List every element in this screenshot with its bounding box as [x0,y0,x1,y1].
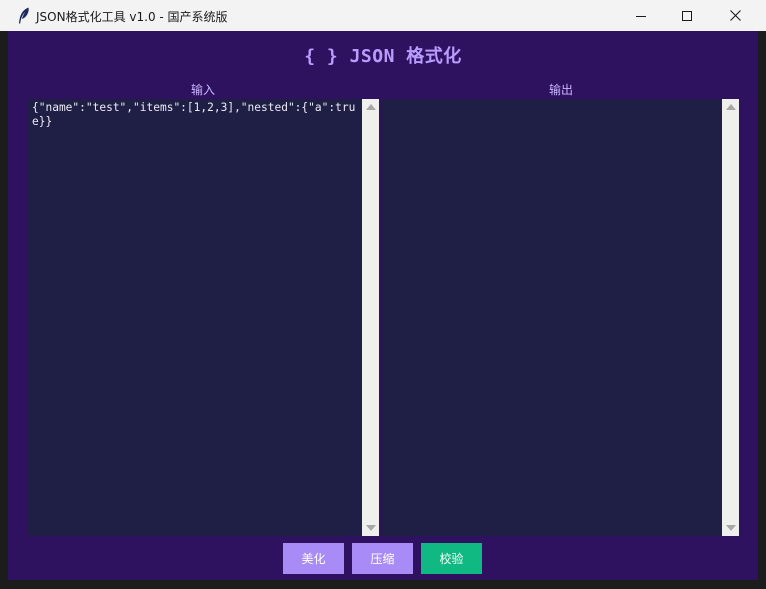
input-text[interactable]: {"name":"test","items":[1,2,3],"nested":… [32,101,360,129]
feather-icon [19,7,29,24]
compress-button[interactable]: 压缩 [352,543,413,574]
maximize-button[interactable] [664,0,710,31]
maximize-icon [682,10,692,21]
minimize-icon [636,15,646,17]
app-body: { } JSON 格式化 输入 输出 {"name":"test","items… [8,31,758,580]
scroll-up-arrow-icon[interactable] [366,104,376,110]
title-bar: JSON格式化工具 v1.0 - 国产系统版 [0,0,766,31]
scroll-down-arrow-icon[interactable] [366,525,376,531]
input-scrollbar[interactable] [362,99,379,536]
window-title: JSON格式化工具 v1.0 - 国产系统版 [36,10,228,24]
close-icon [729,10,741,21]
beautify-button[interactable]: 美化 [283,543,344,574]
input-label: 输入 [191,83,216,97]
scroll-down-arrow-icon[interactable] [726,525,736,531]
input-editor[interactable]: {"name":"test","items":[1,2,3],"nested":… [28,99,362,536]
validate-button[interactable]: 校验 [421,543,482,574]
output-label: 输出 [549,83,574,97]
minimize-button[interactable] [618,0,664,31]
app-title: { } JSON 格式化 [304,46,462,67]
output-editor[interactable] [381,99,722,536]
output-scrollbar[interactable] [722,99,739,536]
close-button[interactable] [712,0,758,31]
scroll-up-arrow-icon[interactable] [726,104,736,110]
app-window: JSON格式化工具 v1.0 - 国产系统版 { } JSON 格式化 输入 输… [0,0,766,589]
